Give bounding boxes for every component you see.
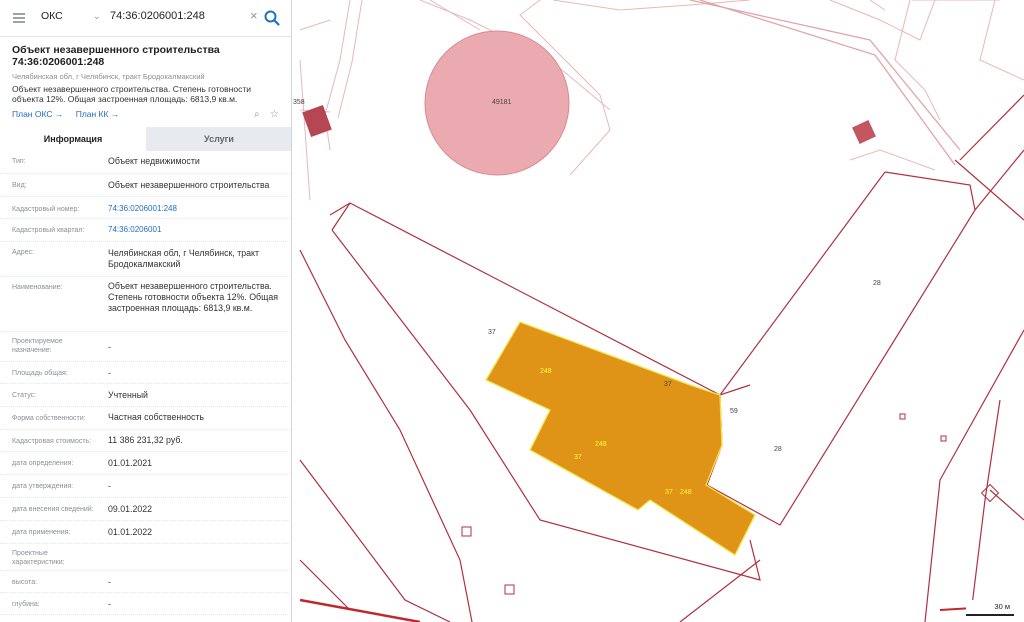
attribute-value: - (108, 368, 111, 378)
tab-info[interactable]: Информация (0, 127, 146, 151)
attribute-value: Объект незавершенного строительства (108, 180, 270, 190)
attribute-label: Кадастровая стоимость: (12, 438, 92, 445)
building-label-248: 248 (540, 368, 552, 375)
attribute-label: дата утверждения: (12, 483, 74, 490)
attribute-list: Тип: Объект недвижимости Вид: Объект незаве… (0, 151, 291, 615)
map-marker[interactable] (461, 526, 472, 537)
attribute-row: Тип: Объект недвижимости (0, 151, 291, 174)
attribute-row: Статус: Учтенный (0, 384, 291, 407)
attribute-value: - (108, 342, 111, 352)
attribute-value: Челябинская обл, г Челябинск, тракт Брод… (108, 248, 260, 269)
plan-kk-link[interactable]: План КК → (76, 109, 120, 119)
tab-bar: Информация Услуги (0, 127, 291, 151)
small-building-right[interactable] (852, 120, 876, 144)
attribute-row: Кадастровая стоимость: 11 386 231,32 руб. (0, 430, 291, 452)
attribute-value: 01.01.2022 (108, 527, 153, 537)
map-label-28: 28 (774, 446, 782, 453)
attribute-value: 09.01.2022 (108, 504, 153, 514)
attribute-value: Учтенный (108, 390, 148, 400)
attribute-label: дата применения: (12, 529, 71, 536)
map-label-37: 37 (664, 381, 672, 388)
attribute-row: Форма собственности: Частная собственност… (0, 407, 291, 430)
attribute-row: Площадь общая: - (0, 362, 291, 384)
attribute-label: Наименование: (12, 284, 63, 291)
building-label-248: 248 (680, 489, 692, 496)
map-label-circle: 49181 (492, 99, 512, 106)
attribute-row: дата определения: 01.01.2021 (0, 452, 291, 475)
attribute-row: глубина: - (0, 593, 291, 615)
object-header: Объект незавершенного строительства 74:3… (0, 37, 291, 123)
scale-label: 30 м (994, 602, 1010, 611)
building-label-37: 37 (574, 454, 582, 461)
map-marker[interactable] (504, 584, 515, 595)
attribute-row: Кадастровый номер: 74:36:0206001:248 (0, 197, 291, 219)
attribute-value: - (108, 577, 111, 587)
plan-links: План ОКС → План КК → ⌕ ☆ (12, 109, 279, 123)
attribute-row: дата утверждения: - (0, 475, 291, 498)
map-label-59: 59 (730, 408, 738, 415)
attribute-row: Адрес: Челябинская обл, г Челябинск, трак… (0, 242, 291, 277)
attribute-row: Проектируемое назначение: - (0, 332, 291, 362)
attribute-label: Адрес: (12, 249, 34, 256)
attribute-label: Тип: (12, 158, 26, 165)
attribute-label: высота: (12, 579, 38, 586)
attribute-value: 11 386 231,32 руб. (108, 435, 183, 445)
scale-bar: 30 м (966, 600, 1024, 622)
attribute-row: Вид: Объект незавершенного строительства (0, 174, 291, 197)
building-label-37: 37 (665, 489, 673, 496)
zoom-to-object-icon[interactable]: ⌕ (254, 109, 260, 120)
map-marker[interactable] (940, 435, 947, 442)
attribute-row: Кадастровый квартал: 74:36:0206001 (0, 219, 291, 242)
selected-building[interactable] (485, 321, 756, 556)
plan-oks-link[interactable]: План ОКС → (12, 109, 63, 119)
tab-services[interactable]: Услуги (146, 127, 291, 151)
attribute-value: Частная собственность (108, 412, 204, 422)
attribute-value: - (108, 481, 111, 491)
attribute-row: высота: - (0, 571, 291, 593)
attribute-value: 01.01.2021 (108, 458, 153, 468)
object-title: Объект незавершенного строительства 74:3… (12, 44, 220, 68)
search-icon[interactable] (262, 8, 282, 28)
attribute-label: Проектируемое назначение: (12, 338, 63, 354)
attribute-value-link[interactable]: 74:36:0206001 (108, 224, 286, 235)
info-panel: ОКС ⌄ 74:36:0206001:248 × Объект незавер… (0, 0, 292, 622)
attribute-label: Статус: (12, 392, 37, 399)
attribute-row: дата применения: 01.01.2022 (0, 521, 291, 544)
attribute-row: Наименование: Объект незавершенного строи… (0, 277, 291, 332)
attribute-value: Объект недвижимости (108, 156, 200, 166)
attribute-row: Проектные характеристики: (0, 544, 291, 571)
attribute-value-link[interactable]: 74:36:0206001:248 (108, 203, 286, 214)
map-label-28: 28 (873, 280, 881, 287)
attribute-label: Форма собственности: (12, 415, 86, 422)
star-icon[interactable]: ☆ (270, 109, 279, 120)
attribute-label: Кадастровый номер: (12, 206, 80, 213)
map-label-358: 358 (293, 99, 305, 106)
search-bar: ОКС ⌄ 74:36:0206001:248 × (0, 0, 291, 37)
type-select[interactable]: ОКС (41, 10, 63, 22)
map-label-37: 37 (488, 329, 496, 336)
attribute-label: дата внесения сведений: (12, 506, 94, 513)
map-marker[interactable] (899, 413, 906, 420)
menu-icon[interactable] (13, 13, 25, 23)
object-address: Челябинская обл, г Челябинск, тракт Брод… (12, 72, 205, 81)
attribute-value: - (108, 599, 111, 609)
chevron-down-icon[interactable]: ⌄ (93, 11, 101, 22)
attribute-label: Кадастровый квартал: (12, 227, 85, 234)
search-input[interactable]: 74:36:0206001:248 (110, 10, 240, 22)
attribute-value: Объект незавершенного строительства. Сте… (108, 281, 278, 313)
building-label-248: 248 (595, 441, 607, 448)
attribute-label: Вид: (12, 182, 27, 189)
object-description: Объект незавершенного строительства. Сте… (12, 84, 251, 104)
attribute-label: дата определения: (12, 460, 74, 467)
map-marker[interactable] (980, 483, 1000, 503)
close-icon[interactable]: × (250, 9, 258, 22)
attribute-label: Площадь общая: (12, 370, 68, 377)
attribute-row: дата внесения сведений: 09.01.2022 (0, 498, 291, 521)
attribute-label: глубина: (12, 601, 40, 608)
attribute-label: Проектные характеристики: (12, 550, 65, 566)
